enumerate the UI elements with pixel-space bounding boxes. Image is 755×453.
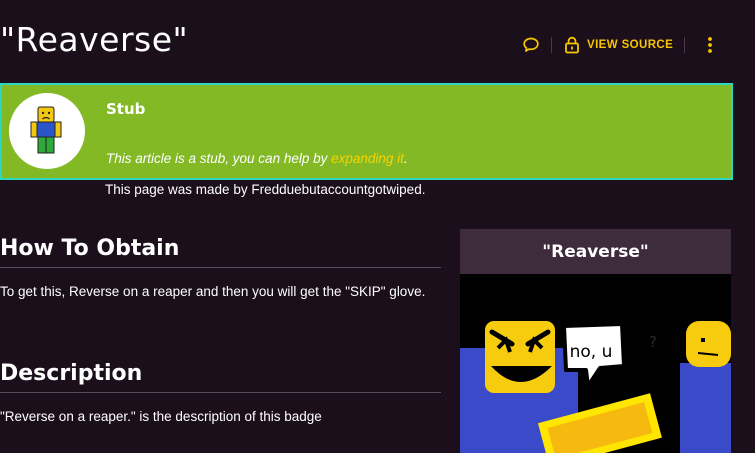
talk-button[interactable]: [522, 36, 540, 54]
action-separator: [684, 37, 686, 53]
sad-noob-icon: [30, 106, 62, 154]
description-text: "Reverse on a reaper." is the descriptio…: [0, 409, 322, 424]
more-options-button[interactable]: [707, 36, 713, 54]
page-title: "Reaverse": [0, 20, 189, 59]
speech-text: no, u: [570, 342, 613, 362]
question-mark: ?: [649, 333, 657, 351]
view-source-label: VIEW SOURCE: [587, 39, 674, 51]
section-heading-description: Description: [0, 361, 441, 393]
stub-message-end: .: [403, 151, 408, 166]
infobox-image[interactable]: no, u ?: [460, 274, 731, 453]
stub-avatar: [9, 93, 85, 169]
page-actions: VIEW SOURCE: [522, 34, 713, 56]
lock-icon: [565, 36, 579, 54]
neutral-face: [686, 321, 731, 367]
page-author-note: This page was made by Fredduebutaccountg…: [105, 182, 426, 197]
how-to-obtain-text: To get this, Reverse on a reaper and the…: [0, 284, 426, 299]
section-heading-how-to-obtain: How To Obtain: [0, 236, 441, 268]
kebab-icon: [708, 37, 713, 53]
stub-title: Stub: [106, 100, 146, 118]
stub-message: This article is a stub, you can help by …: [106, 151, 408, 166]
action-separator: [551, 37, 552, 53]
speech-bubble-icon: [523, 37, 539, 52]
stub-notice: Stub This article is a stub, you can hel…: [0, 83, 733, 180]
stub-message-text: This article is a stub, you can help by: [106, 151, 332, 166]
view-source-button[interactable]: VIEW SOURCE: [564, 36, 673, 54]
infobox: "Reaverse" no, u ?: [460, 229, 731, 453]
noob-body-right: [680, 363, 731, 453]
infobox-title: "Reaverse": [460, 229, 731, 274]
badge-image: no, u ?: [460, 274, 731, 453]
expanding-it-link[interactable]: expanding it: [331, 151, 404, 166]
